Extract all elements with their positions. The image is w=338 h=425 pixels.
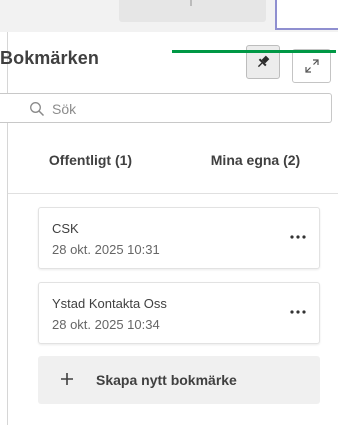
bookmark-date: 28 okt. 2025 10:34 xyxy=(52,317,160,332)
plus-icon xyxy=(61,373,73,385)
tab-my-own[interactable]: Mina egna (2) xyxy=(173,140,338,192)
tab-public-label: Offentligt (1) xyxy=(48,152,133,168)
tab-my-own-label: Mina egna (2) xyxy=(210,152,301,168)
bookmark-date: 28 okt. 2025 10:31 xyxy=(52,242,160,257)
search-input[interactable] xyxy=(52,98,312,120)
bookmark-item[interactable]: Ystad Kontakta Oss 28 okt. 2025 10:34 xyxy=(38,282,320,344)
active-tab-indicator xyxy=(172,50,336,53)
create-bookmark-button[interactable]: Skapa nytt bokmärke xyxy=(38,356,320,404)
search-box[interactable] xyxy=(0,93,332,123)
bookmark-name: CSK xyxy=(52,221,79,236)
panel-left-border xyxy=(7,32,8,425)
expand-icon xyxy=(304,59,319,73)
bookmark-more-button[interactable] xyxy=(285,224,311,250)
more-options-icon xyxy=(290,235,306,239)
bookmark-item[interactable]: CSK 28 okt. 2025 10:31 xyxy=(38,207,320,269)
more-options-icon xyxy=(290,310,306,314)
top-toolbar-strip xyxy=(0,0,338,32)
bookmark-tabs: Offentligt (1) Mina egna (2) xyxy=(8,140,338,194)
expand-button[interactable] xyxy=(292,49,331,83)
create-bookmark-label: Skapa nytt bokmärke xyxy=(96,372,237,388)
bookmark-more-button[interactable] xyxy=(285,299,311,325)
toolbar-divider xyxy=(190,0,192,6)
bookmark-name: Ystad Kontakta Oss xyxy=(52,296,167,311)
tabs-divider xyxy=(8,193,338,194)
toolbar-button-partial[interactable] xyxy=(119,0,266,22)
active-toolbar-frame[interactable] xyxy=(275,0,338,30)
tab-public[interactable]: Offentligt (1) xyxy=(8,140,173,192)
panel-title: Bokmärken xyxy=(0,48,99,68)
search-icon xyxy=(30,102,45,117)
pin-icon xyxy=(257,55,270,68)
